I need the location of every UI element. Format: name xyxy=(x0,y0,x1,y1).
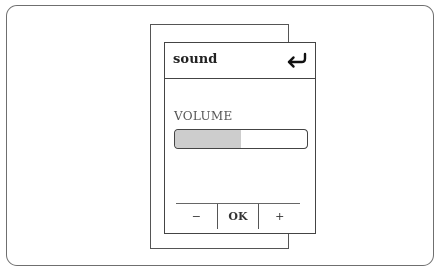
volume-down-button[interactable]: − xyxy=(176,204,217,229)
volume-up-button[interactable]: + xyxy=(259,204,300,229)
ok-button[interactable]: OK xyxy=(216,204,260,229)
volume-label: VOLUME xyxy=(174,109,233,123)
screen-header: sound xyxy=(165,43,315,79)
volume-slider[interactable] xyxy=(174,129,308,149)
back-arrow-icon[interactable] xyxy=(283,48,309,72)
device-screen: sound VOLUME − OK + xyxy=(164,42,316,234)
button-bar: − OK + xyxy=(176,203,300,229)
volume-fill xyxy=(175,130,241,148)
screen-title: sound xyxy=(173,52,218,67)
